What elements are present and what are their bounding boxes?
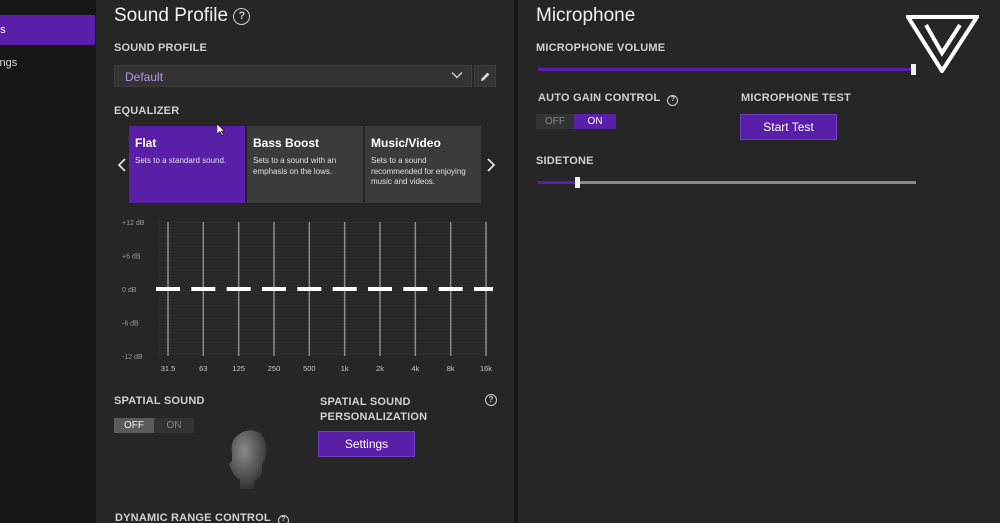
- spatial-settings-button[interactable]: Settings: [318, 431, 415, 457]
- equalizer-label: EQUALIZER: [114, 105, 180, 117]
- slider-thumb[interactable]: [911, 64, 916, 75]
- microphone-volume-label: MICROPHONE VOLUME: [536, 42, 666, 54]
- preset-description: Sets to a standard sound.: [135, 156, 227, 165]
- sound-profile-selected: Default: [125, 70, 164, 84]
- eq-band-handle[interactable]: [438, 287, 463, 291]
- eq-band-label: 500: [303, 364, 316, 373]
- eq-band-handle[interactable]: [262, 287, 286, 291]
- chevron-right-icon[interactable]: [485, 157, 497, 173]
- sidebar-item-label: gs: [0, 24, 6, 36]
- agc-label-text: AUTO GAIN CONTROL: [538, 92, 661, 104]
- eq-band-label: 8k: [447, 364, 455, 373]
- help-icon[interactable]: ?: [233, 8, 251, 25]
- help-icon[interactable]: ?: [277, 515, 289, 523]
- help-icon[interactable]: ?: [485, 394, 497, 406]
- spatial-sound-toggle[interactable]: OFF ON: [114, 418, 194, 433]
- sound-profile-title: Sound Profile ?: [114, 5, 251, 27]
- chevron-left-icon[interactable]: [116, 157, 128, 173]
- spatial-sound-label: SPATIAL SOUND: [114, 395, 205, 407]
- equalizer-graph: +12 dB +6 dB 0 dB -6 dB -12 dB 31.5 63 125 250 50…: [122, 220, 493, 373]
- toggle-on-option[interactable]: ON: [154, 418, 194, 433]
- sidetone-label: SIDETONE: [536, 155, 594, 167]
- pencil-icon: [480, 72, 490, 82]
- edit-profile-button[interactable]: [474, 65, 496, 87]
- eq-db-label: 0 dB: [122, 287, 137, 294]
- eq-band-label: 63: [199, 364, 207, 373]
- mouse-cursor-icon: [217, 124, 225, 136]
- eq-band-label: 16k: [480, 364, 492, 373]
- dynamic-range-control-label: DYNAMIC RANGE CONTROL ?: [115, 512, 289, 523]
- eq-db-label: +12 dB: [122, 220, 145, 227]
- sidebar-item-label: tings: [0, 57, 18, 69]
- eq-band-label: 1k: [341, 364, 349, 373]
- eq-band-label: 125: [232, 364, 245, 373]
- spatial-personalization-label: SPATIAL SOUND PERSONALIZATION: [320, 396, 428, 423]
- eq-band-handle[interactable]: [191, 287, 216, 291]
- eq-band-handle[interactable]: [403, 287, 428, 291]
- preset-title: Music/Video: [371, 136, 441, 150]
- toggle-off-option[interactable]: OFF: [114, 418, 154, 433]
- preset-description: Sets to a sound with an emphasis on the …: [253, 156, 337, 176]
- preset-card-flat[interactable]: Flat Sets to a standard sound.: [129, 126, 245, 203]
- help-icon[interactable]: ?: [667, 95, 679, 106]
- sound-profile-dropdown[interactable]: Default: [114, 65, 472, 87]
- eq-band-handle[interactable]: [156, 287, 180, 291]
- sidebar: gs tings: [0, 0, 96, 523]
- eq-band-label: 31.5: [161, 364, 176, 373]
- eq-band-handle[interactable]: [474, 287, 493, 291]
- eq-band-handle[interactable]: [226, 287, 251, 291]
- slider-fill: [538, 68, 913, 71]
- slider-track: [538, 181, 916, 184]
- preset-card-music-video[interactable]: Music/Video Sets to a sound recommended …: [365, 126, 481, 203]
- eq-db-label: -6 dB: [122, 321, 139, 328]
- drc-label-text: DYNAMIC RANGE CONTROL: [115, 512, 271, 523]
- slider-fill: [538, 181, 577, 184]
- eq-band-label: 2k: [376, 364, 384, 373]
- eq-band-label: 250: [268, 364, 281, 373]
- eq-db-label: +6 dB: [122, 254, 141, 261]
- auto-gain-control-label: AUTO GAIN CONTROL ?: [538, 92, 679, 106]
- eq-db-label: -12 dB: [122, 354, 143, 361]
- eq-band-handle[interactable]: [368, 287, 392, 291]
- preset-title: Flat: [135, 136, 157, 150]
- microphone-panel: Microphone MICROPHONE VOLUME AUTO GAIN C…: [518, 0, 1000, 523]
- sidebar-item-settings-active[interactable]: gs: [0, 15, 95, 45]
- microphone-title: Microphone: [536, 5, 636, 26]
- sidebar-item-settings[interactable]: tings: [0, 48, 95, 78]
- sound-profile-title-text: Sound Profile: [114, 5, 229, 26]
- sound-profile-panel: Sound Profile ? SOUND PROFILE Default EQ…: [96, 0, 514, 523]
- chevron-down-icon: [451, 72, 463, 79]
- sound-profile-label: SOUND PROFILE: [114, 42, 208, 54]
- toggle-on-option[interactable]: ON: [574, 114, 616, 129]
- slider-thumb[interactable]: [575, 177, 580, 188]
- eq-band-handle[interactable]: [297, 287, 322, 291]
- sidetone-slider[interactable]: [538, 177, 918, 189]
- eq-band-handle[interactable]: [332, 287, 357, 291]
- preset-description: Sets to a sound recommended for enjoying…: [371, 156, 466, 186]
- toggle-off-option[interactable]: OFF: [536, 114, 574, 129]
- microphone-volume-slider[interactable]: [538, 64, 918, 76]
- head-model-icon: [229, 430, 267, 489]
- preset-title: Bass Boost: [253, 136, 320, 150]
- eq-band-label: 4k: [411, 364, 419, 373]
- start-test-button[interactable]: Start Test: [740, 114, 837, 140]
- preset-card-bass-boost[interactable]: Bass Boost Sets to a sound with an empha…: [247, 126, 363, 203]
- auto-gain-toggle[interactable]: OFF ON: [536, 114, 616, 129]
- microphone-test-label: MICROPHONE TEST: [741, 92, 851, 104]
